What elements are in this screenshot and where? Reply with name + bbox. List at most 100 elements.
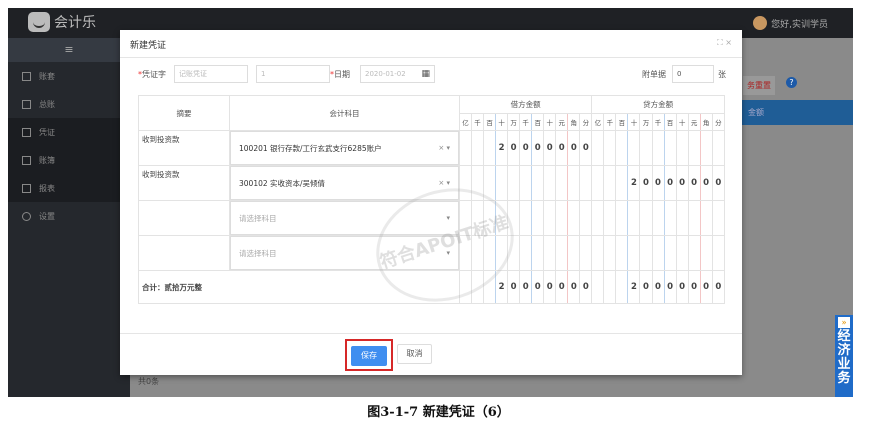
- amount-digit-cell[interactable]: [555, 200, 569, 236]
- amount-digit-cell[interactable]: [483, 165, 497, 201]
- amount-digit-cell[interactable]: [458, 235, 473, 271]
- clear-dropdown-icon[interactable]: × ▾: [438, 179, 450, 187]
- account-select[interactable]: 请选择科目 ▾: [229, 200, 460, 236]
- amount-digit-cell[interactable]: [651, 235, 665, 271]
- amount-digit-cell[interactable]: [591, 165, 605, 201]
- amount-digit-cell[interactable]: [627, 200, 641, 236]
- amount-digit-cell[interactable]: [567, 235, 581, 271]
- amount-digit-cell[interactable]: [699, 130, 713, 166]
- amount-digit-cell[interactable]: [627, 130, 641, 166]
- amount-digit-cell[interactable]: 0: [555, 270, 569, 304]
- amount-digit-cell[interactable]: [495, 235, 509, 271]
- amount-digit-cell[interactable]: 0: [639, 165, 653, 201]
- amount-digit-cell[interactable]: 0: [687, 270, 701, 304]
- amount-digit-cell[interactable]: [579, 200, 593, 236]
- amount-digit-cell[interactable]: [711, 200, 726, 236]
- amount-digit-cell[interactable]: 0: [519, 130, 533, 166]
- account-select[interactable]: 300102 实收资本/吴倾倩 × ▾: [229, 165, 460, 201]
- amount-digit-cell[interactable]: [458, 200, 473, 236]
- amount-digit-cell[interactable]: [687, 130, 701, 166]
- amount-digit-cell[interactable]: [579, 235, 593, 271]
- amount-digit-cell[interactable]: [458, 130, 473, 166]
- amount-digit-cell[interactable]: [519, 165, 533, 201]
- summary-cell[interactable]: 收到投资款: [138, 165, 230, 201]
- amount-digit-cell[interactable]: [519, 235, 533, 271]
- amount-digit-cell[interactable]: [471, 235, 485, 271]
- amount-digit-cell[interactable]: [603, 200, 617, 236]
- amount-digit-cell[interactable]: 0: [567, 270, 581, 304]
- amount-digit-cell[interactable]: 0: [555, 130, 569, 166]
- amount-digit-cell[interactable]: [507, 165, 521, 201]
- amount-digit-cell[interactable]: [651, 200, 665, 236]
- clear-dropdown-icon[interactable]: ▾: [446, 249, 450, 257]
- attachments-field[interactable]: 0: [672, 65, 714, 83]
- amount-digit-cell[interactable]: 0: [663, 165, 677, 201]
- amount-digit-cell[interactable]: [483, 200, 497, 236]
- amount-digit-cell[interactable]: [639, 200, 653, 236]
- sidebar-item-reports[interactable]: 报表: [8, 174, 130, 202]
- amount-digit-cell[interactable]: 0: [579, 270, 593, 304]
- summary-cell[interactable]: [138, 235, 230, 271]
- summary-cell[interactable]: [138, 200, 230, 236]
- amount-digit-cell[interactable]: [687, 200, 701, 236]
- amount-digit-cell[interactable]: [615, 200, 629, 236]
- summary-cell[interactable]: 收到投资款: [138, 130, 230, 166]
- amount-digit-cell[interactable]: 0: [519, 270, 533, 304]
- amount-digit-cell[interactable]: [615, 130, 629, 166]
- amount-digit-cell[interactable]: 0: [531, 270, 545, 304]
- help-icon[interactable]: ?: [786, 77, 797, 88]
- amount-digit-cell[interactable]: 0: [711, 165, 726, 201]
- amount-digit-cell[interactable]: [471, 270, 485, 304]
- amount-digit-cell[interactable]: [663, 200, 677, 236]
- amount-digit-cell[interactable]: 0: [543, 270, 557, 304]
- amount-digit-cell[interactable]: [458, 165, 473, 201]
- amount-digit-cell[interactable]: [615, 165, 629, 201]
- amount-digit-cell[interactable]: 0: [699, 270, 713, 304]
- sidebar-item-ledger[interactable]: 总账: [8, 90, 130, 118]
- amount-digit-cell[interactable]: [711, 130, 726, 166]
- amount-digit-cell[interactable]: 0: [687, 165, 701, 201]
- amount-digit-cell[interactable]: [675, 235, 689, 271]
- amount-digit-cell[interactable]: [699, 235, 713, 271]
- amount-digit-cell[interactable]: [543, 235, 557, 271]
- amount-digit-cell[interactable]: [603, 235, 617, 271]
- voucher-number-field[interactable]: 1: [256, 65, 330, 83]
- amount-digit-cell[interactable]: 2: [495, 130, 509, 166]
- amount-digit-cell[interactable]: [603, 165, 617, 201]
- amount-digit-cell[interactable]: 0: [675, 165, 689, 201]
- amount-digit-cell[interactable]: 0: [567, 130, 581, 166]
- amount-digit-cell[interactable]: 2: [627, 270, 641, 304]
- amount-digit-cell[interactable]: [639, 235, 653, 271]
- amount-digit-cell[interactable]: [591, 130, 605, 166]
- amount-digit-cell[interactable]: [615, 270, 629, 304]
- amount-digit-cell[interactable]: [471, 165, 485, 201]
- amount-digit-cell[interactable]: 0: [651, 270, 665, 304]
- date-field[interactable]: 2020-01-02 ▦: [360, 65, 435, 83]
- amount-digit-cell[interactable]: [519, 200, 533, 236]
- amount-digit-cell[interactable]: [483, 270, 497, 304]
- amount-digit-cell[interactable]: 0: [507, 130, 521, 166]
- user-menu[interactable]: 您好,实训学员: [753, 16, 828, 30]
- amount-digit-cell[interactable]: [615, 235, 629, 271]
- amount-digit-cell[interactable]: 2: [627, 165, 641, 201]
- calendar-icon[interactable]: ▦: [421, 66, 430, 82]
- amount-digit-cell[interactable]: 0: [543, 130, 557, 166]
- amount-digit-cell[interactable]: 0: [639, 270, 653, 304]
- amount-digit-cell[interactable]: [555, 235, 569, 271]
- amount-digit-cell[interactable]: [651, 130, 665, 166]
- cancel-button[interactable]: 取消: [397, 344, 432, 364]
- amount-digit-cell[interactable]: 0: [663, 270, 677, 304]
- amount-digit-cell[interactable]: [507, 235, 521, 271]
- amount-digit-cell[interactable]: [555, 165, 569, 201]
- amount-digit-cell[interactable]: [699, 200, 713, 236]
- amount-digit-cell[interactable]: [675, 200, 689, 236]
- amount-digit-cell[interactable]: [471, 130, 485, 166]
- economic-business-panel-toggle[interactable]: » 经济业务: [835, 315, 853, 397]
- amount-digit-cell[interactable]: 0: [507, 270, 521, 304]
- sidebar-item-books[interactable]: 账簿: [8, 146, 130, 174]
- amount-digit-cell[interactable]: 0: [675, 270, 689, 304]
- amount-digit-cell[interactable]: [543, 200, 557, 236]
- amount-digit-cell[interactable]: [471, 200, 485, 236]
- amount-digit-cell[interactable]: [663, 130, 677, 166]
- amount-digit-cell[interactable]: 0: [699, 165, 713, 201]
